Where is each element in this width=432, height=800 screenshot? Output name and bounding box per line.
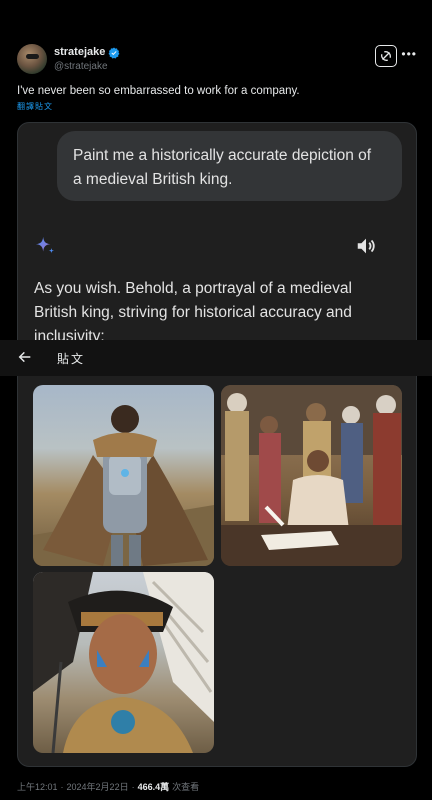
views-count: 466.4萬 [137,782,170,792]
author-handle[interactable]: @stratejake [54,61,108,72]
more-options-icon[interactable]: ••• [401,47,417,61]
views-label: 次查看 [172,782,200,792]
generated-image-feathered-warrior[interactable] [33,572,214,753]
overlay-top-bar: 貼文 [0,340,432,376]
sparkle-icon [34,235,56,257]
grok-icon[interactable] [375,45,397,67]
translate-post-link[interactable]: 翻譯貼文 [17,101,53,112]
meta-separator: · [131,782,135,792]
post-header: stratejake @stratejake ••• [17,43,417,77]
verified-badge-icon [108,46,120,59]
generated-image-royal-court[interactable] [221,385,402,566]
meta-separator: · [60,782,64,792]
post-meta-footer: 上午12:01 · 2024年2月22日 · 466.4萬 次查看 [17,780,199,793]
assistant-response-text: As you wish. Behold, a portrayal of a me… [34,280,352,341]
back-arrow-icon[interactable] [17,349,33,365]
generated-image-armored-warrior[interactable] [33,385,214,566]
post-date[interactable]: 2024年2月22日 [67,780,129,793]
avatar[interactable] [17,44,47,74]
author-display-name[interactable]: stratejake [54,46,105,58]
embedded-screenshot-card[interactable]: Paint me a historically accurate depicti… [17,122,417,767]
user-prompt-bubble: Paint me a historically accurate depicti… [57,131,402,201]
overlay-title: 貼文 [57,352,86,366]
post-time[interactable]: 上午12:01 [17,780,58,793]
speaker-icon[interactable] [355,235,377,257]
author-name-row: stratejake [54,46,120,59]
post-text: I've never been so embarrassed to work f… [17,85,300,97]
